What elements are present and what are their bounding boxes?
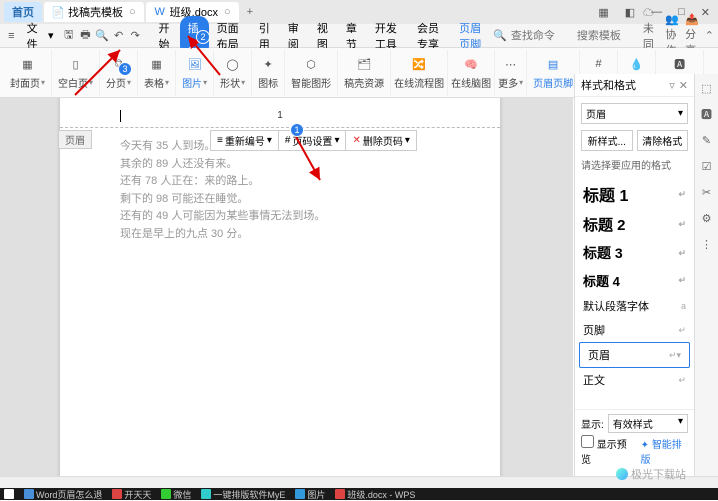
page-header-area[interactable]: 1 bbox=[60, 98, 500, 128]
annotation-badge-1: 1 bbox=[290, 123, 304, 137]
undo-icon[interactable]: ↶ bbox=[111, 28, 126, 44]
ribbon-more[interactable]: ⋯更多▾ bbox=[495, 50, 527, 95]
save-icon[interactable]: 🖫 bbox=[62, 28, 77, 44]
smart-layout-link[interactable]: ✦ 智能排版 bbox=[641, 436, 688, 466]
style-heading3[interactable]: 标题 3↵ bbox=[575, 239, 694, 267]
search-icon: 🔍 bbox=[493, 29, 507, 42]
tool-more-icon[interactable]: ⋮ bbox=[699, 236, 715, 252]
close-icon[interactable]: ○ bbox=[129, 6, 136, 18]
page-number-field[interactable]: 1 bbox=[277, 110, 283, 121]
ribbon-flowchart[interactable]: 🔀在线流程图 bbox=[391, 50, 448, 95]
style-heading2[interactable]: 标题 2↵ bbox=[575, 210, 694, 239]
ribbon-blank-page[interactable]: ▯空白页▾ bbox=[52, 50, 100, 95]
show-filter[interactable]: 显示: 有效样式▾ bbox=[581, 414, 688, 433]
site-watermark: 极光下载站 bbox=[616, 466, 686, 482]
panel-close-icon[interactable]: ✕ bbox=[679, 79, 688, 92]
tool-pen-icon[interactable]: ✎ bbox=[699, 132, 715, 148]
header-tag: 页眉 bbox=[58, 130, 92, 149]
ribbon-mindmap[interactable]: 🧠在线脑图 bbox=[448, 50, 495, 95]
annotation-badge-3: 3 bbox=[118, 62, 132, 76]
document-area[interactable]: 1 页眉 ≡重新编号▾ #页码设置▾ ✕删除页码▾ 今天有 35 人到场。 其余… bbox=[0, 98, 573, 476]
tool-clip-icon[interactable]: ✂ bbox=[699, 184, 715, 200]
command-search[interactable]: 🔍 bbox=[493, 29, 571, 42]
ribbon-picture[interactable]: 🖼图片▾ bbox=[176, 50, 214, 95]
taskbar-item[interactable]: 微信 bbox=[161, 488, 191, 501]
command-search-input[interactable] bbox=[511, 30, 571, 42]
menubar: ≡ 文件▾ 🖫 🖶 🔍 ↶ ↷ 开始 插入 页面布局 引用 审阅 视图 章节 开… bbox=[0, 24, 718, 48]
taskbar-item[interactable]: 一键排版软件MyE bbox=[201, 488, 285, 501]
doc-icon: 📄 bbox=[52, 6, 64, 18]
tool-style-icon[interactable]: 🅰 bbox=[699, 106, 715, 122]
page[interactable]: 1 页眉 ≡重新编号▾ #页码设置▾ ✕删除页码▾ 今天有 35 人到场。 其余… bbox=[60, 98, 500, 476]
template-search[interactable] bbox=[577, 30, 637, 42]
taskbar-item[interactable]: 班级.docx - WPS bbox=[335, 488, 415, 501]
ribbon-shapes[interactable]: ◯形状▾ bbox=[214, 50, 252, 95]
style-body[interactable]: 正文↵ bbox=[575, 368, 694, 392]
redo-icon[interactable]: ↷ bbox=[128, 28, 143, 44]
header-floating-toolbar: ≡重新编号▾ #页码设置▾ ✕删除页码▾ bbox=[210, 130, 417, 151]
delete-pagenum-button[interactable]: ✕删除页码▾ bbox=[346, 131, 415, 150]
clear-format-button[interactable]: 清除格式 bbox=[637, 130, 689, 151]
tool-gear-icon[interactable]: ⚙ bbox=[699, 210, 715, 226]
preview-icon[interactable]: 🔍 bbox=[95, 28, 110, 44]
renumber-button[interactable]: ≡重新编号▾ bbox=[211, 131, 279, 150]
menu-icon[interactable]: ≡ bbox=[4, 28, 19, 44]
ribbon-cover-page[interactable]: ▦封面页▾ bbox=[4, 50, 52, 95]
styles-panel: 样式和格式 ▿✕ 页眉▾ 新样式... 清除格式 请选择要应用的格式 标题 1↵… bbox=[574, 74, 694, 476]
collapse-ribbon-icon[interactable]: ⌃ bbox=[705, 29, 714, 42]
panel-menu-icon[interactable]: ▿ bbox=[669, 79, 675, 92]
ribbon-table[interactable]: ▦表格▾ bbox=[138, 50, 176, 95]
ribbon-header-footer[interactable]: ▤页眉页脚 bbox=[527, 50, 580, 95]
style-heading4[interactable]: 标题 4↵ bbox=[575, 267, 694, 294]
print-icon[interactable]: 🖶 bbox=[78, 28, 93, 44]
right-tool-strip: ⬚ 🅰 ✎ ☑ ✂ ⚙ ⋮ bbox=[694, 74, 718, 476]
ribbon-icons[interactable]: ✦图标 bbox=[252, 50, 285, 95]
statusbar bbox=[0, 476, 718, 488]
taskbar: Word页眉怎么退 开天天 微信 一键排版软件MyE 图片 班级.docx - … bbox=[0, 488, 718, 500]
ribbon-resource[interactable]: 🗂稿壳资源 bbox=[338, 50, 391, 95]
page-setup-button[interactable]: #页码设置▾ bbox=[279, 131, 347, 150]
new-style-button[interactable]: 新样式... bbox=[581, 130, 633, 151]
style-footer[interactable]: 页脚↵ bbox=[575, 318, 694, 342]
tool-todo-icon[interactable]: ☑ bbox=[699, 158, 715, 174]
styles-hint: 请选择要应用的格式 bbox=[575, 151, 694, 178]
taskbar-item[interactable]: 开天天 bbox=[112, 488, 151, 501]
tool-select-icon[interactable]: ⬚ bbox=[699, 80, 715, 96]
preview-checkbox[interactable]: 显示预览 bbox=[581, 435, 633, 466]
template-search-input[interactable] bbox=[577, 30, 637, 42]
annotation-badge-2: 2 bbox=[196, 30, 210, 44]
styles-panel-header: 样式和格式 ▿✕ bbox=[575, 74, 694, 97]
watermark-logo-icon bbox=[616, 468, 628, 480]
style-default-font[interactable]: 默认段落字体a bbox=[575, 294, 694, 318]
style-header[interactable]: 页眉↵▾ bbox=[579, 342, 690, 368]
text-cursor bbox=[120, 110, 121, 122]
ribbon-smartart[interactable]: ⬡智能图形 bbox=[285, 50, 338, 95]
current-style-dropdown[interactable]: 页眉▾ bbox=[581, 103, 688, 124]
taskbar-item[interactable] bbox=[4, 489, 14, 499]
taskbar-item[interactable]: Word页眉怎么退 bbox=[24, 488, 102, 501]
taskbar-item[interactable]: 图片 bbox=[295, 488, 325, 501]
style-heading1[interactable]: 标题 1↵ bbox=[575, 178, 694, 210]
